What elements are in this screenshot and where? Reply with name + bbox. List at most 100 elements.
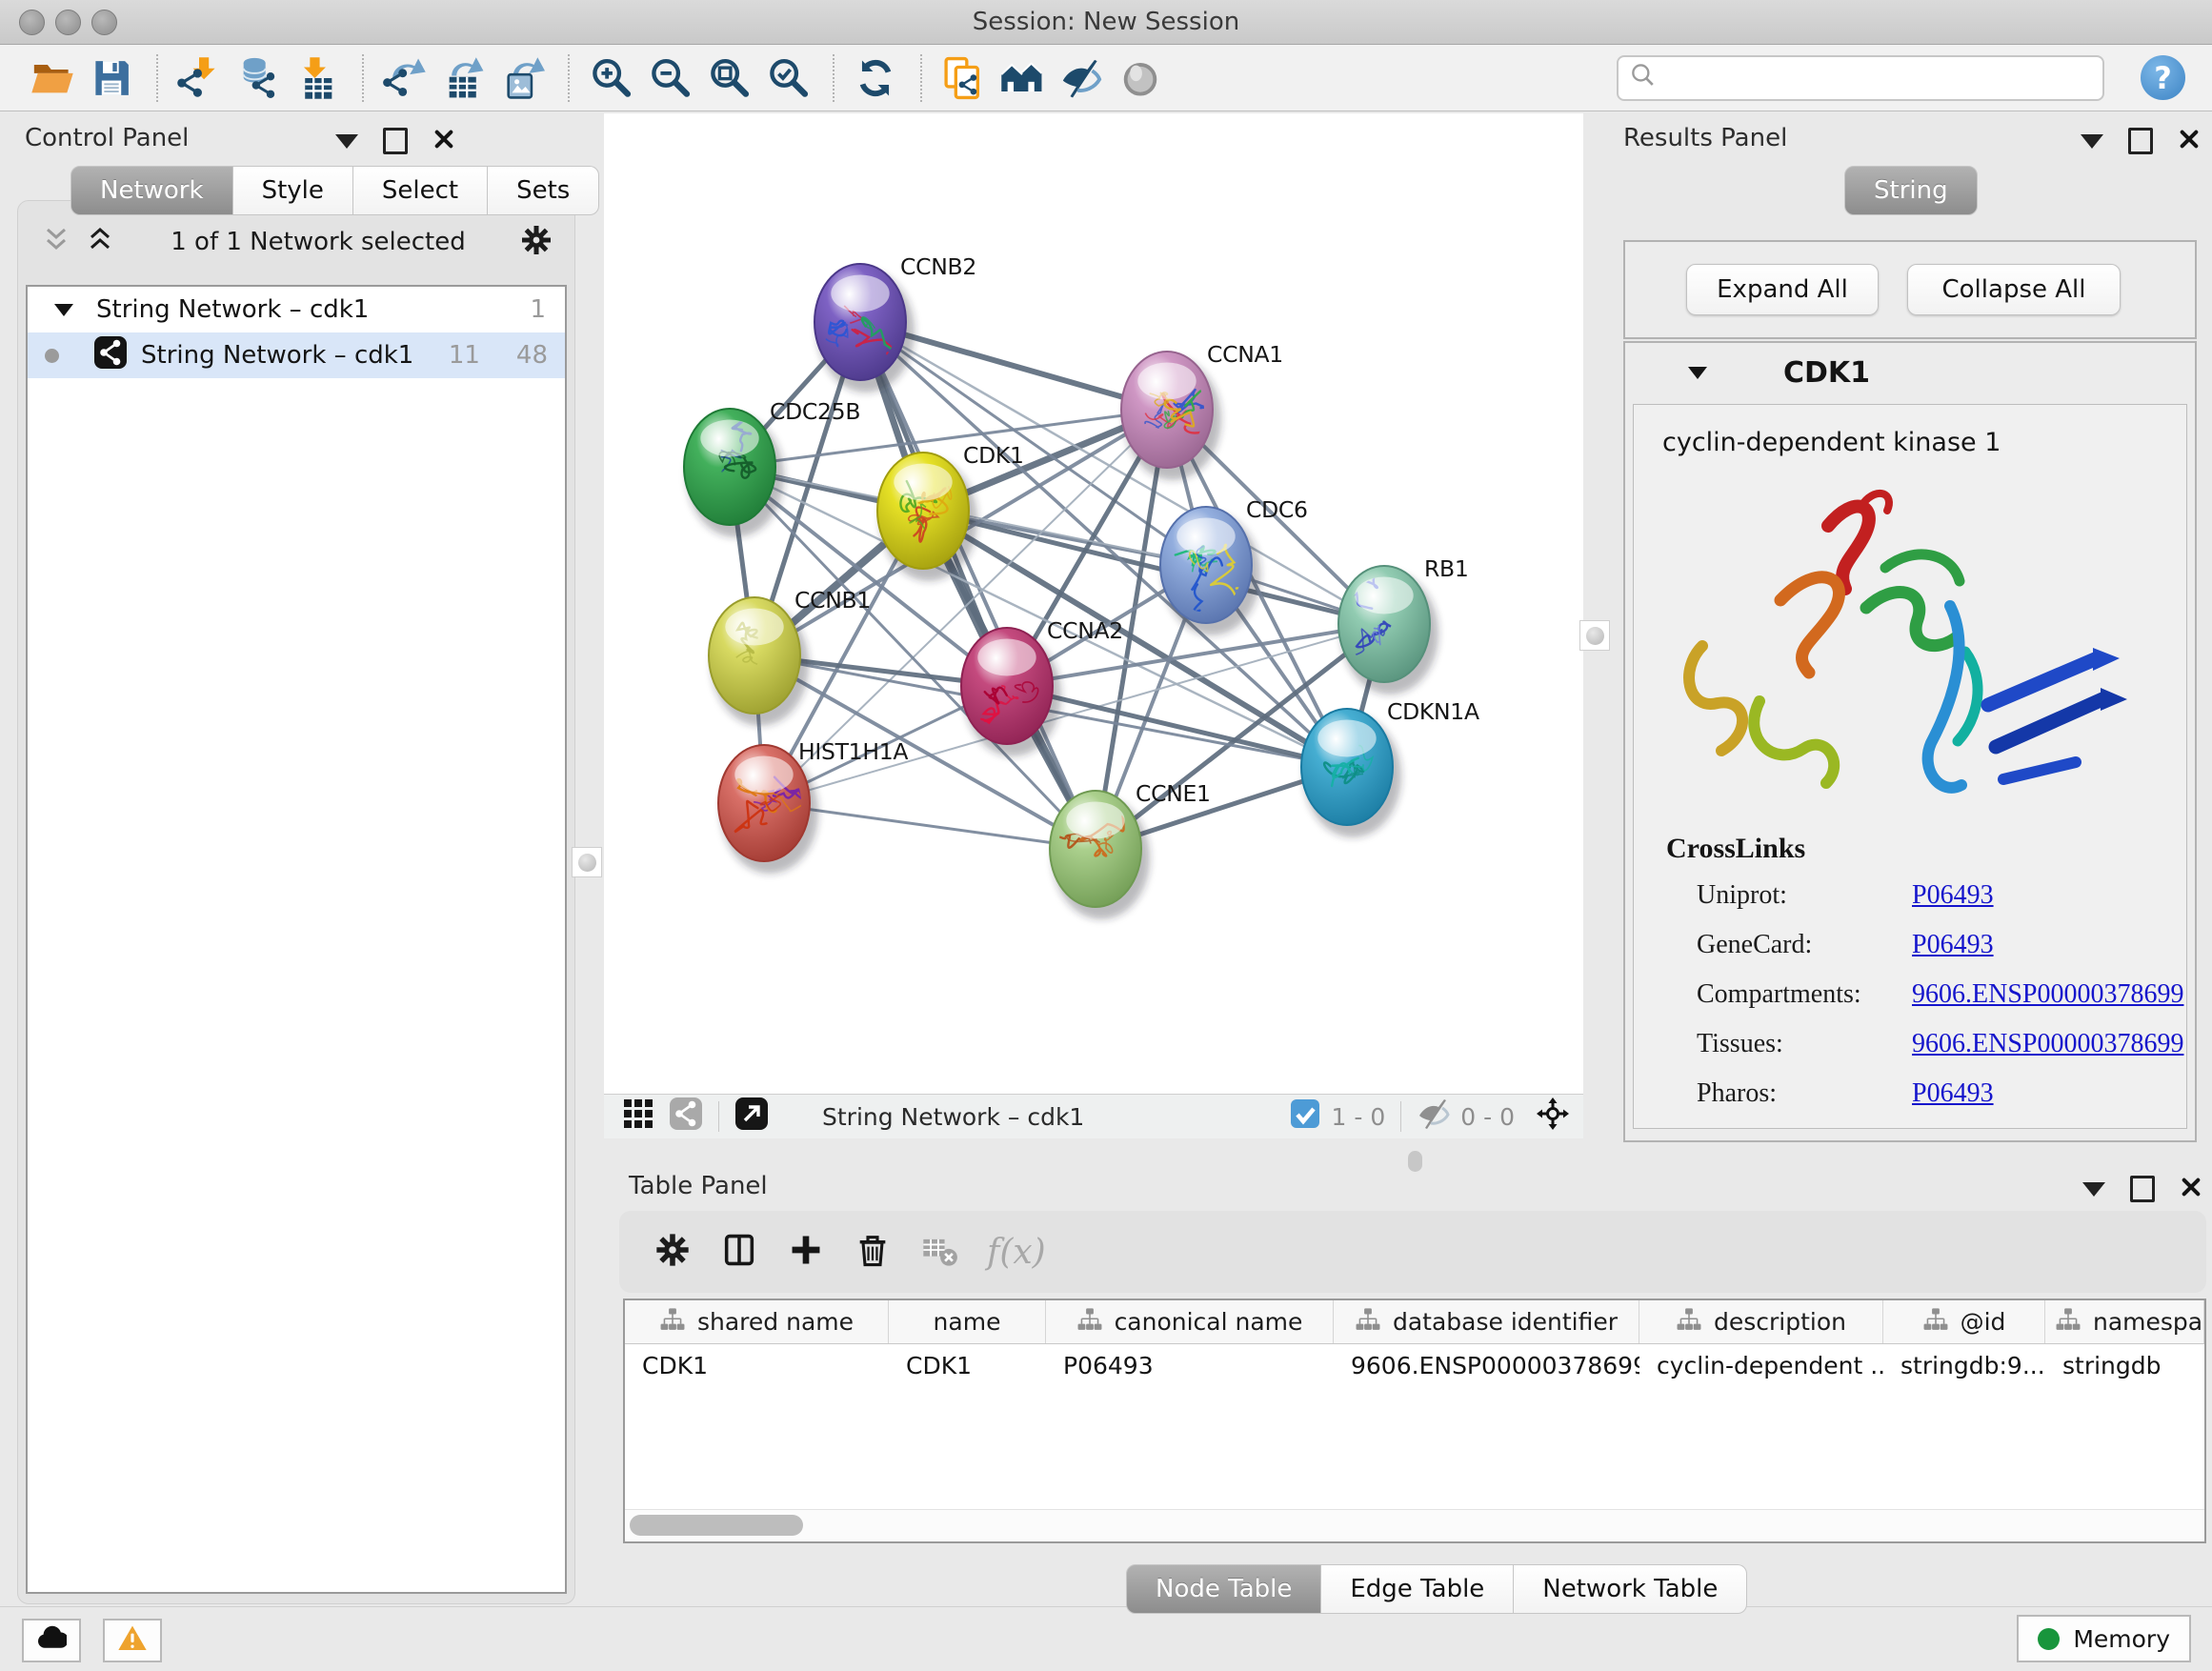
- crosslink-label: Pharos:: [1697, 1078, 1912, 1109]
- column-header-canonical-name[interactable]: canonical name: [1046, 1300, 1334, 1343]
- column-type-icon: [1922, 1306, 1949, 1339]
- column-header-database-identifier[interactable]: database identifier: [1334, 1300, 1639, 1343]
- tab-network-table[interactable]: Network Table: [1514, 1564, 1747, 1614]
- close-panel-icon[interactable]: [432, 128, 455, 154]
- tab-style[interactable]: Style: [233, 166, 353, 215]
- copy-network-icon[interactable]: [935, 50, 991, 106]
- entry-expander-icon[interactable]: [1688, 367, 1707, 379]
- export-table-icon[interactable]: [436, 50, 492, 106]
- column-header-namespac[interactable]: namespac: [2045, 1300, 2204, 1343]
- refresh-icon[interactable]: [848, 50, 903, 106]
- show-columns-icon[interactable]: [720, 1231, 758, 1273]
- memory-button[interactable]: Memory: [2017, 1615, 2191, 1662]
- collapse-all-button[interactable]: Collapse All: [1907, 264, 2121, 315]
- help-icon[interactable]: ?: [2141, 55, 2185, 100]
- results-list: CDK1 cyclin-dependent kinase 1: [1623, 341, 2197, 1142]
- crosslink-label: Tissues:: [1697, 1029, 1912, 1059]
- crosslink-value-link[interactable]: 9606.ENSP00000378699: [1912, 1029, 2183, 1059]
- node-count: 11: [449, 341, 480, 370]
- birds-eye-grid-icon[interactable]: [621, 1097, 655, 1137]
- show-all-icon[interactable]: [1113, 50, 1168, 106]
- tab-edge-table[interactable]: Edge Table: [1321, 1564, 1514, 1614]
- crosslink-value-link[interactable]: P06493: [1912, 1078, 1994, 1109]
- network-node-CCNB1[interactable]: CCNB1: [709, 587, 871, 726]
- column-header-name[interactable]: name: [889, 1300, 1046, 1343]
- hide-selected-icon[interactable]: [1054, 50, 1109, 106]
- hidden-eye-icon[interactable]: [1417, 1097, 1451, 1137]
- column-header-description[interactable]: description: [1639, 1300, 1883, 1343]
- import-database-icon[interactable]: [231, 50, 286, 106]
- scrollbar-thumb[interactable]: [630, 1515, 803, 1536]
- column-header-shared-name[interactable]: shared name: [625, 1300, 889, 1343]
- network-node-HIST1H1A[interactable]: HIST1H1A: [718, 738, 908, 874]
- table-horizontal-scrollbar[interactable]: [625, 1509, 2204, 1541]
- export-network-icon[interactable]: [377, 50, 432, 106]
- open-session-icon[interactable]: [25, 50, 80, 106]
- collapse-panel-icon[interactable]: [335, 134, 358, 149]
- float-panel-icon[interactable]: [383, 128, 408, 154]
- network-node-CCNB2[interactable]: CCNB2: [814, 253, 976, 393]
- warnings-button[interactable]: [103, 1619, 162, 1662]
- tab-select[interactable]: Select: [353, 166, 488, 215]
- table-row[interactable]: CDK1CDK1P064939606.ENSP00000378699cyclin…: [625, 1344, 2204, 1388]
- export-image-icon[interactable]: [495, 50, 551, 106]
- network-graph[interactable]: CCNB2 CCNA1 CDC25B CDK1 CDC6: [604, 113, 1583, 1094]
- float-panel-icon[interactable]: [2130, 1176, 2155, 1202]
- collapse-panel-icon[interactable]: [2082, 1182, 2105, 1197]
- collapse-all-networks-icon[interactable]: [39, 223, 73, 261]
- open-view-icon[interactable]: [734, 1097, 769, 1137]
- search-input[interactable]: [1659, 60, 2102, 96]
- show-neighbors-icon[interactable]: [995, 50, 1050, 106]
- zoom-out-icon[interactable]: [642, 50, 697, 106]
- control-panel-tabs: Network Style Select Sets: [70, 166, 599, 215]
- tab-network[interactable]: Network: [70, 166, 233, 215]
- network-node-CCNA1[interactable]: CCNA1: [1121, 341, 1283, 480]
- zoom-selected-icon[interactable]: [760, 50, 815, 106]
- toolbar-separator: [920, 54, 922, 102]
- network-node-CCNE1[interactable]: CCNE1: [1039, 780, 1210, 919]
- delete-table-icon[interactable]: [920, 1231, 958, 1273]
- network-row[interactable]: String Network – cdk1 11 48: [28, 332, 565, 378]
- left-splitter-handle[interactable]: [572, 847, 602, 877]
- result-entry-header[interactable]: CDK1: [1625, 343, 2195, 402]
- close-panel-icon[interactable]: [2178, 128, 2201, 154]
- expand-all-button[interactable]: Expand All: [1686, 264, 1879, 315]
- crosslink-value-link[interactable]: P06493: [1912, 880, 1994, 911]
- crosslink-value-link[interactable]: P06493: [1912, 930, 1994, 960]
- table-settings-gear-icon[interactable]: [654, 1231, 692, 1273]
- network-canvas[interactable]: CCNB2 CCNA1 CDC25B CDK1 CDC6: [604, 113, 1583, 1094]
- cloud-button[interactable]: [22, 1619, 81, 1662]
- right-splitter-handle[interactable]: [1579, 620, 1610, 651]
- tab-sets[interactable]: Sets: [488, 166, 599, 215]
- column-header--id[interactable]: @id: [1883, 1300, 2045, 1343]
- column-label: @id: [1961, 1308, 2006, 1336]
- network-node-CDKN1A[interactable]: CDKN1A: [1301, 698, 1479, 837]
- network-collection-row[interactable]: String Network – cdk1 1: [28, 287, 565, 332]
- close-panel-icon[interactable]: [2180, 1176, 2202, 1202]
- add-column-icon[interactable]: [787, 1231, 825, 1273]
- zoom-fit-icon[interactable]: [701, 50, 756, 106]
- tree-expander-icon[interactable]: [54, 304, 73, 316]
- import-table-icon[interactable]: [290, 50, 345, 106]
- expand-all-networks-icon[interactable]: [83, 223, 117, 261]
- network-node-CCNA2[interactable]: CCNA2: [961, 617, 1123, 756]
- float-panel-icon[interactable]: [2128, 128, 2153, 154]
- selected-checkbox-icon[interactable]: [1288, 1097, 1322, 1137]
- save-session-icon[interactable]: [84, 50, 139, 106]
- gear-icon[interactable]: [519, 223, 553, 261]
- delete-column-trash-icon[interactable]: [854, 1231, 892, 1273]
- tab-string[interactable]: String: [1844, 166, 1978, 215]
- crosslink-value-link[interactable]: 9606.ENSP00000378699: [1912, 979, 2183, 1010]
- collapse-panel-icon[interactable]: [2081, 134, 2103, 149]
- network-share-icon[interactable]: [669, 1097, 703, 1137]
- tab-node-table[interactable]: Node Table: [1126, 1564, 1321, 1614]
- column-type-icon: [1355, 1306, 1381, 1339]
- network-collection-label: String Network – cdk1: [96, 295, 369, 324]
- pan-crosshair-icon[interactable]: [1536, 1097, 1570, 1137]
- function-builder-icon[interactable]: f(x): [987, 1233, 1046, 1272]
- import-network-icon[interactable]: [171, 50, 227, 106]
- network-status-dot-icon: [45, 349, 59, 363]
- zoom-in-icon[interactable]: [583, 50, 638, 106]
- network-node-RB1[interactable]: RB1: [1338, 555, 1469, 695]
- horizontal-splitter-handle[interactable]: [1408, 1151, 1422, 1172]
